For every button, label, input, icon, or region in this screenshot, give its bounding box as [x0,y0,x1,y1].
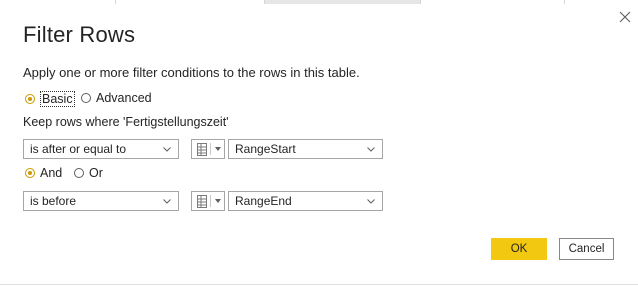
chevron-down-icon [215,147,221,151]
background-tab [116,0,265,4]
chevron-down-icon [367,199,375,204]
background-tab [421,0,565,4]
radio-indicator [74,168,84,178]
dialog-title: Filter Rows [23,22,136,47]
advanced-radio-label: Advanced [96,91,152,105]
condition-2-value-type-button[interactable] [191,191,225,211]
chevron-down-icon [367,147,375,152]
dialog-description: Apply one or more filter conditions to t… [23,65,360,80]
chevron-down-icon [163,199,171,204]
condition-1-value-type-button[interactable] [191,139,225,159]
basic-radio-label: Basic [40,91,75,107]
table-icon [197,143,207,156]
condition-1-operator-dropdown[interactable]: is after or equal to [23,139,179,159]
radio-indicator [81,93,91,103]
ok-button[interactable]: OK [491,238,547,260]
basic-radio[interactable]: Basic [25,91,75,107]
background-tab [265,0,421,4]
close-icon[interactable] [618,10,632,24]
condition-1-operator-value: is after or equal to [30,142,127,156]
advanced-radio[interactable]: Advanced [81,91,152,105]
chevron-down-icon [215,199,221,203]
condition-2-value: RangeEnd [235,194,292,208]
divider [0,284,638,285]
keep-rows-label: Keep rows where 'Fertigstellungszeit' [23,115,229,129]
divider [210,143,211,155]
background-tab-strip [0,0,638,4]
or-radio[interactable]: Or [74,166,103,180]
chevron-down-icon [163,147,171,152]
condition-1-value-dropdown[interactable]: RangeStart [228,139,383,159]
radio-selected-indicator [25,168,35,178]
or-radio-label: Or [89,166,103,180]
and-radio-label: And [40,166,63,180]
condition-2-value-dropdown[interactable]: RangeEnd [228,191,383,211]
radio-selected-indicator [25,94,35,104]
and-radio[interactable]: And [25,166,62,180]
condition-2-operator-value: is before [30,194,77,208]
condition-1-value: RangeStart [235,142,296,156]
condition-2-operator-dropdown[interactable]: is before [23,191,179,211]
background-tab [0,0,116,4]
divider [210,195,211,207]
table-icon [197,195,207,208]
cancel-button[interactable]: Cancel [559,238,614,260]
